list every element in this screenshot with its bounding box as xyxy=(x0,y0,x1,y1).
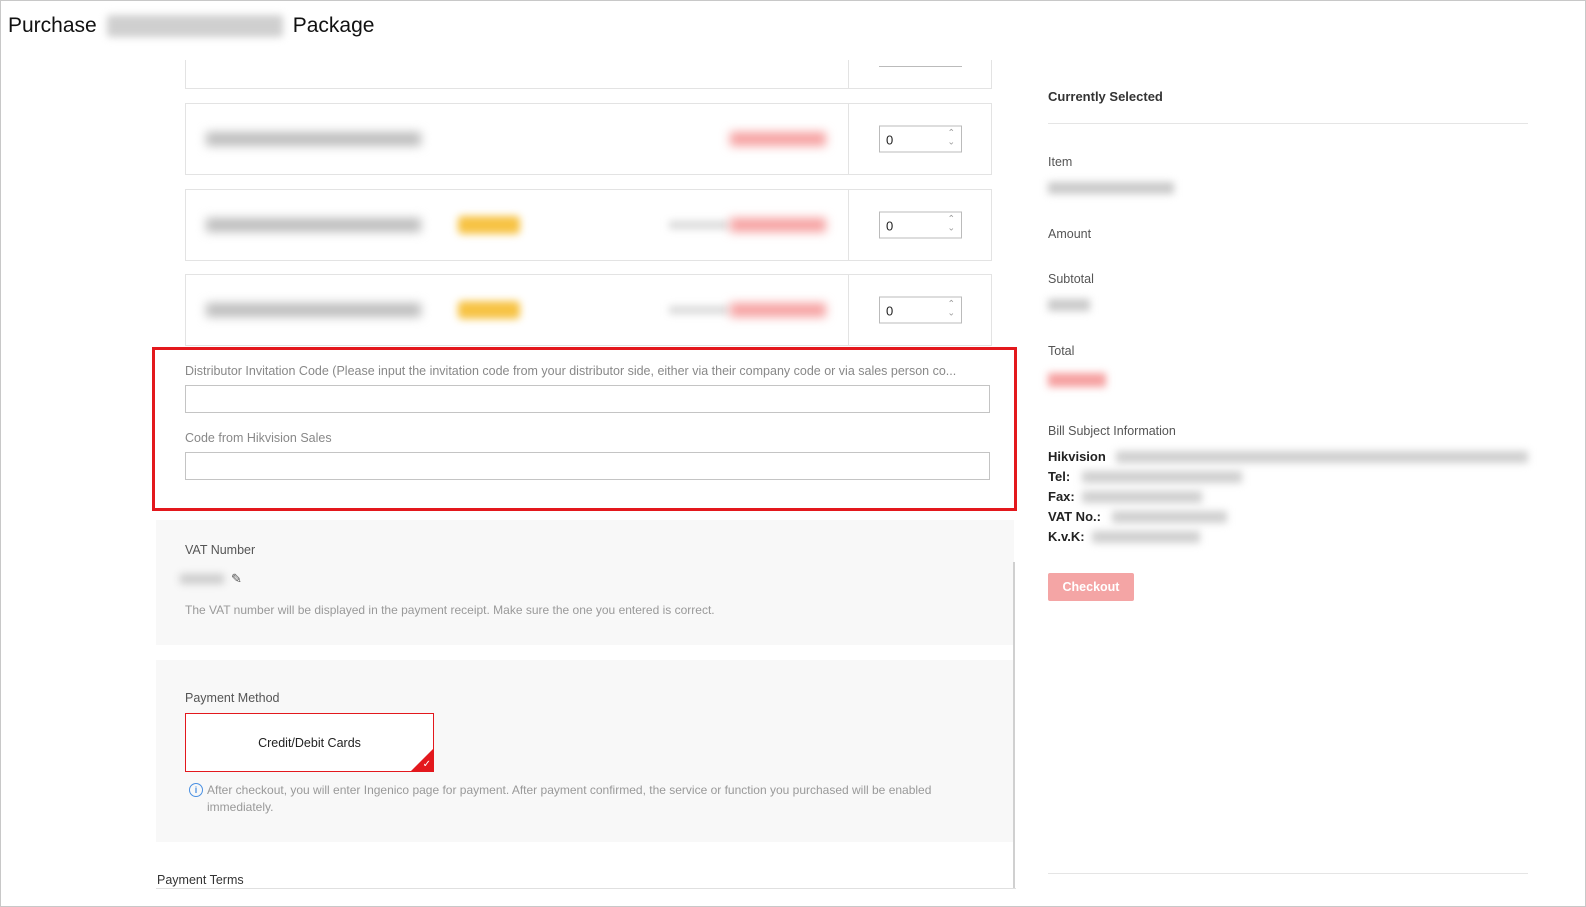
redacted-fax xyxy=(1082,491,1202,503)
redacted-product-price xyxy=(730,303,826,317)
quantity-stepper[interactable]: 0 ⌃ ⌄ xyxy=(879,296,962,324)
stepper-arrows-icon[interactable]: ⌃ ⌄ xyxy=(947,214,955,233)
vat-hint: The VAT number will be displayed in the … xyxy=(185,603,715,617)
payment-option-card[interactable]: Credit/Debit Cards ✓ xyxy=(185,713,434,772)
redacted-subtotal-value xyxy=(1048,299,1090,311)
payment-method-label: Payment Method xyxy=(185,691,280,705)
quantity-column: 0 ⌃ ⌄ xyxy=(848,104,991,174)
checkout-button[interactable]: Checkout xyxy=(1048,573,1134,601)
scrollbar[interactable] xyxy=(1013,562,1015,888)
stepper-arrows-icon[interactable]: ⌃ ⌄ xyxy=(947,128,955,147)
redacted-product-price xyxy=(730,132,826,146)
item-label: Item xyxy=(1048,155,1073,169)
stepper-arrows-icon[interactable]: ⌃ ⌄ xyxy=(947,299,955,318)
divider xyxy=(1048,123,1528,124)
redacted-product-name xyxy=(206,303,421,317)
quantity-value: 0 xyxy=(886,218,894,234)
bill-subject-label: Bill Subject Information xyxy=(1048,424,1176,438)
redacted-vat-no xyxy=(1112,511,1227,523)
quantity-stepper-partial xyxy=(879,66,962,67)
bill-company: Hikvision xyxy=(1048,449,1106,464)
product-card[interactable]: 0 ⌃ ⌄ xyxy=(185,274,992,346)
divider xyxy=(1048,873,1528,874)
product-card[interactable]: 0 ⌃ ⌄ xyxy=(185,103,992,175)
summary-title: Currently Selected xyxy=(1048,89,1163,104)
quantity-column: 0 ⌃ ⌄ xyxy=(848,190,991,260)
redacted-tel xyxy=(1082,471,1242,483)
product-card-partial xyxy=(185,60,992,89)
payment-terms-label: Payment Terms xyxy=(157,873,244,887)
total-label: Total xyxy=(1048,344,1075,358)
redacted-product-name xyxy=(206,132,421,146)
vat-label: VAT Number xyxy=(185,543,256,557)
quantity-value: 0 xyxy=(886,132,894,148)
amount-label: Amount xyxy=(1048,227,1092,241)
quantity-column: 0 ⌃ ⌄ xyxy=(848,275,991,345)
page-title: Purchase Package xyxy=(8,14,374,38)
page-title-prefix: Purchase xyxy=(8,14,97,37)
quantity-column xyxy=(848,60,991,88)
bill-tel-label: Tel: xyxy=(1048,469,1071,484)
redacted-discount-badge xyxy=(458,216,520,234)
payment-info-text: After checkout, you will enter Ingenico … xyxy=(207,783,932,814)
quantity-value: 0 xyxy=(886,303,894,319)
bill-kvk-label: K.v.K: xyxy=(1048,529,1085,544)
pencil-icon[interactable]: ✎ xyxy=(231,571,242,587)
redacted-product-price xyxy=(730,218,826,232)
highlight-annotation xyxy=(152,347,1017,511)
product-card[interactable]: 0 ⌃ ⌄ xyxy=(185,189,992,261)
page-title-suffix: Package xyxy=(292,14,375,37)
quantity-stepper[interactable]: 0 ⌃ ⌄ xyxy=(879,125,962,153)
redacted-discount-badge xyxy=(458,301,520,319)
redacted-item-value xyxy=(1048,182,1174,194)
bill-vat-label: VAT No.: xyxy=(1048,509,1101,524)
check-icon: ✓ xyxy=(422,759,431,770)
subtotal-label: Subtotal xyxy=(1048,272,1094,286)
redacted-original-price xyxy=(669,221,729,229)
redacted-original-price xyxy=(669,306,729,314)
vat-panel xyxy=(156,520,1014,645)
bill-fax-label: Fax: xyxy=(1048,489,1075,504)
redacted-kvk xyxy=(1092,531,1200,543)
redacted-company-address xyxy=(1116,451,1528,463)
redacted-product-name xyxy=(206,218,421,232)
redacted-service-name xyxy=(106,15,283,37)
quantity-stepper[interactable]: 0 ⌃ ⌄ xyxy=(879,211,962,239)
redacted-total-value xyxy=(1048,373,1106,387)
divider xyxy=(156,888,1016,889)
payment-option-label: Credit/Debit Cards xyxy=(258,736,361,750)
redacted-vat-value xyxy=(180,574,224,584)
info-icon: i xyxy=(189,783,203,797)
